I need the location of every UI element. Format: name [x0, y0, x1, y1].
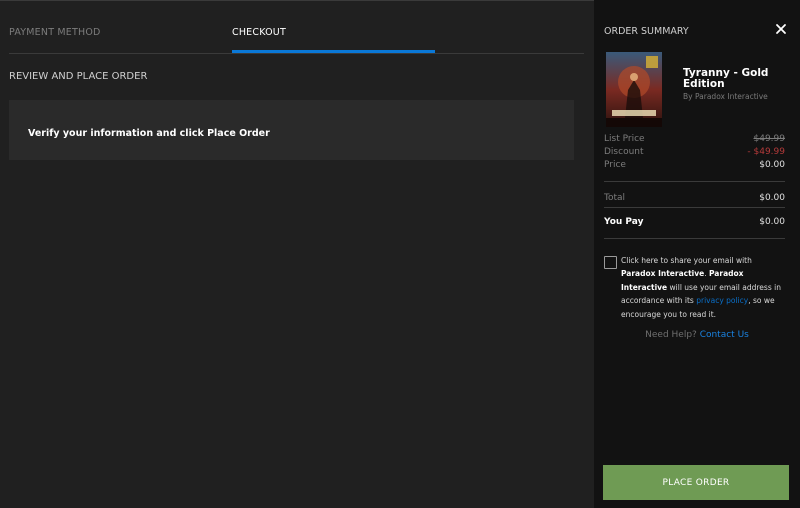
divider	[604, 181, 785, 182]
need-help: Need Help? Contact Us	[594, 330, 800, 340]
share-email-consent: Click here to share your email with Para…	[621, 254, 781, 321]
discount-label: Discount	[604, 147, 644, 157]
active-tab-indicator	[232, 50, 435, 53]
price-label: Price	[604, 160, 626, 170]
order-summary-title: ORDER SUMMARY	[604, 26, 689, 37]
you-pay-label: You Pay	[604, 217, 644, 227]
place-order-button[interactable]: PLACE ORDER	[603, 465, 789, 500]
you-pay-value: $0.00	[759, 217, 785, 227]
consent-company: Paradox Interactive	[621, 269, 705, 279]
review-title: REVIEW AND PLACE ORDER	[9, 71, 148, 82]
game-publisher: By Paradox Interactive	[683, 92, 768, 101]
privacy-policy-link[interactable]: privacy policy	[696, 296, 748, 305]
consent-text: Click here to share your email with	[621, 256, 752, 265]
total-value: $0.00	[759, 193, 785, 203]
verify-text: Verify your information and click Place …	[28, 128, 270, 139]
tab-checkout[interactable]: CHECKOUT	[232, 27, 286, 38]
order-summary-panel: ORDER SUMMARY Tyranny - Gold Edition By …	[594, 0, 800, 508]
tab-payment-method[interactable]: PAYMENT METHOD	[9, 27, 101, 38]
contact-us-link[interactable]: Contact Us	[700, 330, 749, 340]
need-help-label: Need Help?	[645, 330, 700, 340]
total-label: Total	[604, 193, 626, 203]
game-cover-image	[606, 52, 662, 127]
checkout-panel: PAYMENT METHOD CHECKOUT REVIEW AND PLACE…	[0, 0, 594, 508]
divider	[604, 207, 785, 208]
list-price-label: List Price	[604, 134, 645, 144]
close-icon[interactable]	[774, 22, 788, 36]
discount-value: - $49.99	[747, 147, 785, 157]
game-title: Tyranny - Gold Edition	[683, 67, 769, 90]
price-value: $0.00	[759, 160, 785, 170]
share-email-checkbox[interactable]	[604, 256, 617, 269]
verify-box: Verify your information and click Place …	[9, 100, 574, 160]
divider	[604, 238, 785, 239]
checkout-tabs: PAYMENT METHOD CHECKOUT	[9, 1, 584, 54]
list-price-value: $49.99	[753, 134, 786, 144]
